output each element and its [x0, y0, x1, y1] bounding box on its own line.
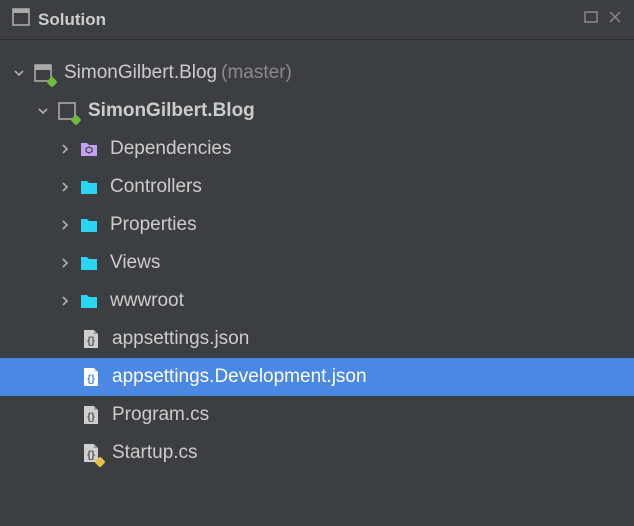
chevron-right-icon[interactable] [58, 219, 72, 231]
chevron-down-icon[interactable] [12, 67, 26, 79]
tree-item-controllers[interactable]: Controllers [0, 168, 634, 206]
solution-icon [12, 8, 30, 31]
tree-item-dependencies[interactable]: Dependencies [0, 130, 634, 168]
svg-text:{}: {} [87, 450, 95, 461]
panel-header: Solution [0, 0, 634, 40]
tree-item-label: Dependencies [110, 138, 231, 160]
svg-text:{}: {} [87, 412, 95, 423]
solution-file-icon [32, 62, 54, 84]
tree-item-label: Properties [110, 214, 197, 236]
tree-item-label: Views [110, 252, 160, 274]
json-file-icon: {} [80, 328, 102, 350]
tree-item-label: wwwroot [110, 290, 184, 312]
tree-item-label: Startup.cs [112, 442, 198, 464]
tree-item-label: appsettings.json [112, 328, 249, 350]
tree-item-properties[interactable]: Properties [0, 206, 634, 244]
json-file-icon: {} [80, 366, 102, 388]
folder-icon [78, 290, 100, 312]
folder-icon [78, 214, 100, 236]
tree-item-label: Program.cs [112, 404, 209, 426]
tree-item-views[interactable]: Views [0, 244, 634, 282]
panel-title: Solution [38, 10, 106, 30]
solution-root-label: SimonGilbert.Blog [64, 62, 217, 84]
chevron-right-icon[interactable] [58, 257, 72, 269]
dependencies-icon [78, 138, 100, 160]
tree-item-startup[interactable]: {} Startup.cs [0, 434, 634, 472]
csharp-file-icon: {} [80, 404, 102, 426]
folder-icon [78, 252, 100, 274]
chevron-down-icon[interactable] [36, 105, 50, 117]
close-icon[interactable] [608, 10, 622, 29]
project-icon [56, 100, 78, 122]
svg-text:{}: {} [87, 374, 95, 385]
header-controls [584, 10, 622, 29]
solution-panel: Solution [0, 0, 634, 526]
project-node[interactable]: SimonGilbert.Blog [0, 92, 634, 130]
solution-root[interactable]: SimonGilbert.Blog (master) [0, 54, 634, 92]
minimize-icon[interactable] [584, 10, 598, 29]
tree-item-appsettings[interactable]: {} appsettings.json [0, 320, 634, 358]
chevron-right-icon[interactable] [58, 143, 72, 155]
csharp-file-icon: {} [80, 442, 102, 464]
tree-item-wwwroot[interactable]: wwwroot [0, 282, 634, 320]
branch-label: (master) [221, 62, 292, 84]
tree-item-appsettings-dev[interactable]: {} appsettings.Development.json [0, 358, 634, 396]
project-label: SimonGilbert.Blog [88, 100, 255, 122]
tree-item-label: appsettings.Development.json [112, 366, 367, 388]
solution-tree: SimonGilbert.Blog (master) SimonGilbert.… [0, 40, 634, 526]
folder-icon [78, 176, 100, 198]
tree-item-label: Controllers [110, 176, 202, 198]
tree-item-program[interactable]: {} Program.cs [0, 396, 634, 434]
header-left: Solution [12, 8, 106, 31]
chevron-right-icon[interactable] [58, 295, 72, 307]
chevron-right-icon[interactable] [58, 181, 72, 193]
svg-text:{}: {} [87, 336, 95, 347]
